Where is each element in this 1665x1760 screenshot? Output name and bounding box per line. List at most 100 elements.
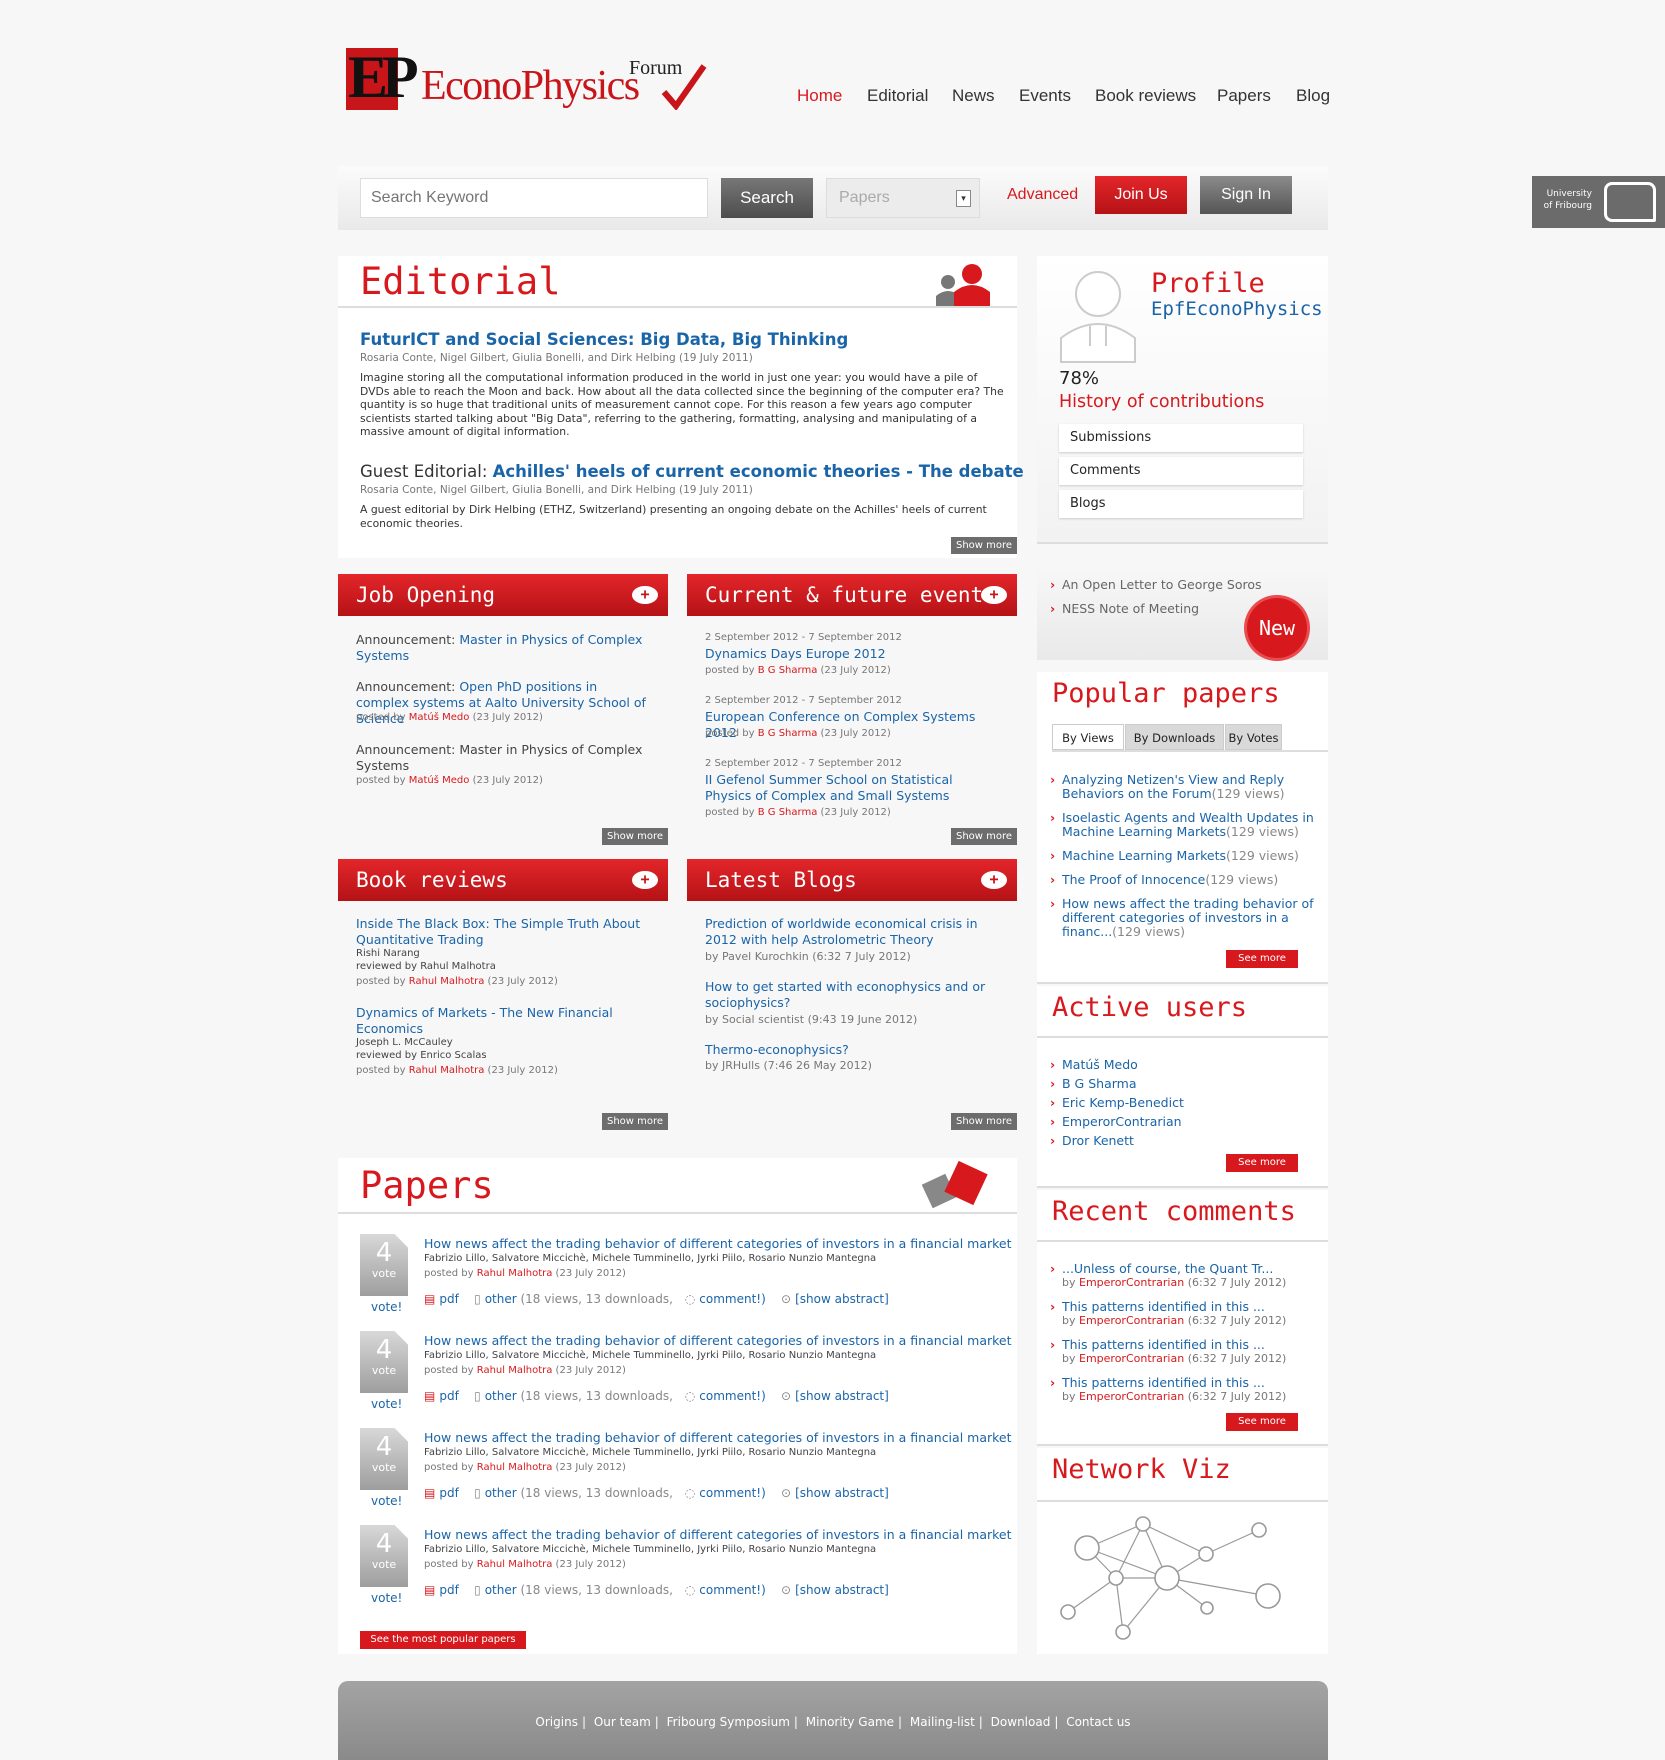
other-link[interactable]: other xyxy=(485,1486,517,1500)
network-graph[interactable] xyxy=(1047,1508,1322,1654)
tab-by-views[interactable]: By Views xyxy=(1052,724,1124,750)
footer-link-our-team[interactable]: Our team xyxy=(594,1715,651,1729)
user-link[interactable]: EmperorContrarian xyxy=(1079,1314,1184,1327)
other-link[interactable]: other xyxy=(485,1292,517,1306)
nav-events[interactable]: Events xyxy=(1019,86,1071,106)
popular-paper-link[interactable]: How news affect the trading behavior of … xyxy=(1062,896,1314,939)
university-fribourg-badge[interactable]: University of Fribourg xyxy=(1532,176,1665,228)
sign-in-button[interactable]: Sign In xyxy=(1200,176,1292,214)
nav-papers[interactable]: Papers xyxy=(1217,86,1271,106)
footer-link-contact-us[interactable]: Contact us xyxy=(1066,1715,1130,1729)
comment-link[interactable]: This patterns identified in this ... xyxy=(1062,1337,1265,1352)
blog-link[interactable]: How to get started with econophysics and… xyxy=(705,979,1000,1011)
comment-link[interactable]: comment!) xyxy=(699,1486,766,1500)
show-abstract-link[interactable]: [show abstract] xyxy=(795,1292,889,1306)
see-most-popular-papers-button[interactable]: See the most popular papers xyxy=(360,1631,526,1649)
history-contributions-link[interactable]: History of contributions xyxy=(1059,392,1264,412)
book-reviews-show-more[interactable]: Show more xyxy=(602,1113,669,1130)
comment-link[interactable]: comment!) xyxy=(699,1292,766,1306)
user-link[interactable]: EmperorContrarian xyxy=(1079,1390,1184,1403)
footer-link-origins[interactable]: Origins xyxy=(535,1715,578,1729)
book-link[interactable]: Dynamics of Markets - The New Financial … xyxy=(356,1005,646,1037)
user-link[interactable]: Rahul Malhotra xyxy=(477,1268,553,1279)
tab-by-downloads[interactable]: By Downloads xyxy=(1125,724,1224,750)
nav-book-reviews[interactable]: Book reviews xyxy=(1095,86,1196,106)
active-user-link[interactable]: EmperorContrarian xyxy=(1050,1115,1182,1130)
advanced-search-link[interactable]: Advanced xyxy=(1007,186,1078,204)
events-show-more[interactable]: Show more xyxy=(951,828,1018,845)
join-us-button[interactable]: Join Us xyxy=(1095,176,1187,214)
plus-icon[interactable]: + xyxy=(981,586,1007,604)
recent-comments-see-more[interactable]: See more xyxy=(1226,1413,1298,1431)
plus-icon[interactable]: + xyxy=(632,586,658,604)
active-user-link[interactable]: Matúš Medo xyxy=(1050,1058,1138,1073)
other-link[interactable]: other xyxy=(485,1389,517,1403)
other-link[interactable]: other xyxy=(485,1583,517,1597)
active-user-link[interactable]: Eric Kemp-Benedict xyxy=(1050,1096,1184,1111)
active-user-link[interactable]: Dror Kenett xyxy=(1050,1134,1134,1149)
vote-link[interactable]: vote! xyxy=(371,1494,402,1508)
user-link[interactable]: EmperorContrarian xyxy=(1079,1352,1184,1365)
user-link[interactable]: Rahul Malhotra xyxy=(477,1559,553,1570)
show-abstract-link[interactable]: [show abstract] xyxy=(795,1389,889,1403)
user-link[interactable]: Rahul Malhotra xyxy=(409,1065,485,1076)
footer-link-download[interactable]: Download xyxy=(991,1715,1051,1729)
paper-title-link[interactable]: How news affect the trading behavior of … xyxy=(424,1236,1012,1251)
comment-link[interactable]: This patterns identified in this ... xyxy=(1062,1375,1265,1390)
nav-news[interactable]: News xyxy=(952,86,995,106)
event-link[interactable]: II Gefenol Summer School on Statistical … xyxy=(705,772,1000,804)
guest-editorial-link[interactable]: Achilles' heels of current economic theo… xyxy=(493,462,1024,481)
pdf-link[interactable]: pdf xyxy=(439,1389,458,1403)
latest-blogs-show-more[interactable]: Show more xyxy=(951,1113,1018,1130)
plus-icon[interactable]: + xyxy=(981,871,1007,889)
category-select[interactable]: Papers ▾ xyxy=(826,178,980,218)
user-link[interactable]: B G Sharma xyxy=(758,807,818,818)
pdf-link[interactable]: pdf xyxy=(439,1486,458,1500)
user-link[interactable]: Rahul Malhotra xyxy=(477,1462,553,1473)
footer-link-minority-game[interactable]: Minority Game xyxy=(806,1715,894,1729)
blog-link[interactable]: Thermo-econophysics? xyxy=(705,1042,1000,1058)
paper-title-link[interactable]: How news affect the trading behavior of … xyxy=(424,1527,1012,1542)
popular-paper-link[interactable]: Machine Learning Markets xyxy=(1062,848,1226,863)
user-link[interactable]: EmperorContrarian xyxy=(1079,1276,1184,1289)
show-abstract-link[interactable]: [show abstract] xyxy=(795,1486,889,1500)
active-user-link[interactable]: B G Sharma xyxy=(1050,1077,1137,1092)
site-logo[interactable]: EP EconoPhysics Forum xyxy=(346,44,716,122)
comment-link[interactable]: comment!) xyxy=(699,1389,766,1403)
news-link[interactable]: NESS Note of Meeting xyxy=(1050,602,1199,617)
nav-home[interactable]: Home xyxy=(797,86,842,106)
profile-link-comments[interactable]: Comments xyxy=(1059,457,1303,485)
nav-editorial[interactable]: Editorial xyxy=(867,86,928,106)
vote-link[interactable]: vote! xyxy=(371,1300,402,1314)
footer-link-fribourg-symposium[interactable]: Fribourg Symposium xyxy=(667,1715,790,1729)
user-link[interactable]: Matúš Medo xyxy=(409,712,470,723)
profile-link-blogs[interactable]: Blogs xyxy=(1059,490,1303,518)
user-link[interactable]: Rahul Malhotra xyxy=(477,1365,553,1376)
popular-paper-link[interactable]: The Proof of Innocence xyxy=(1062,872,1205,887)
search-button[interactable]: Search xyxy=(721,178,813,218)
editorial-item-title[interactable]: FuturICT and Social Sciences: Big Data, … xyxy=(360,330,848,349)
news-link[interactable]: An Open Letter to George Soros xyxy=(1050,578,1262,593)
vote-link[interactable]: vote! xyxy=(371,1591,402,1605)
comment-link[interactable]: ...Unless of course, the Quant Tr... xyxy=(1062,1261,1273,1276)
editorial-show-more[interactable]: Show more xyxy=(951,537,1018,554)
profile-link-submissions[interactable]: Submissions xyxy=(1059,424,1303,452)
show-abstract-link[interactable]: [show abstract] xyxy=(795,1583,889,1597)
event-link[interactable]: Dynamics Days Europe 2012 xyxy=(705,646,1000,662)
pdf-link[interactable]: pdf xyxy=(439,1292,458,1306)
blog-link[interactable]: Prediction of worldwide economical crisi… xyxy=(705,916,1000,948)
pdf-link[interactable]: pdf xyxy=(439,1583,458,1597)
user-link[interactable]: B G Sharma xyxy=(758,728,818,739)
user-link[interactable]: B G Sharma xyxy=(758,665,818,676)
vote-link[interactable]: vote! xyxy=(371,1397,402,1411)
paper-title-link[interactable]: How news affect the trading behavior of … xyxy=(424,1333,1012,1348)
search-input[interactable] xyxy=(360,178,708,218)
tab-by-votes[interactable]: By Votes xyxy=(1225,724,1282,750)
paper-title-link[interactable]: How news affect the trading behavior of … xyxy=(424,1430,1012,1445)
user-link[interactable]: Rahul Malhotra xyxy=(409,976,485,987)
user-link[interactable]: Matúš Medo xyxy=(409,775,470,786)
comment-link[interactable]: This patterns identified in this ... xyxy=(1062,1299,1265,1314)
book-link[interactable]: Inside The Black Box: The Simple Truth A… xyxy=(356,916,646,948)
profile-username[interactable]: EpfEconoPhysics xyxy=(1151,298,1323,320)
popular-papers-see-more[interactable]: See more xyxy=(1226,950,1298,968)
